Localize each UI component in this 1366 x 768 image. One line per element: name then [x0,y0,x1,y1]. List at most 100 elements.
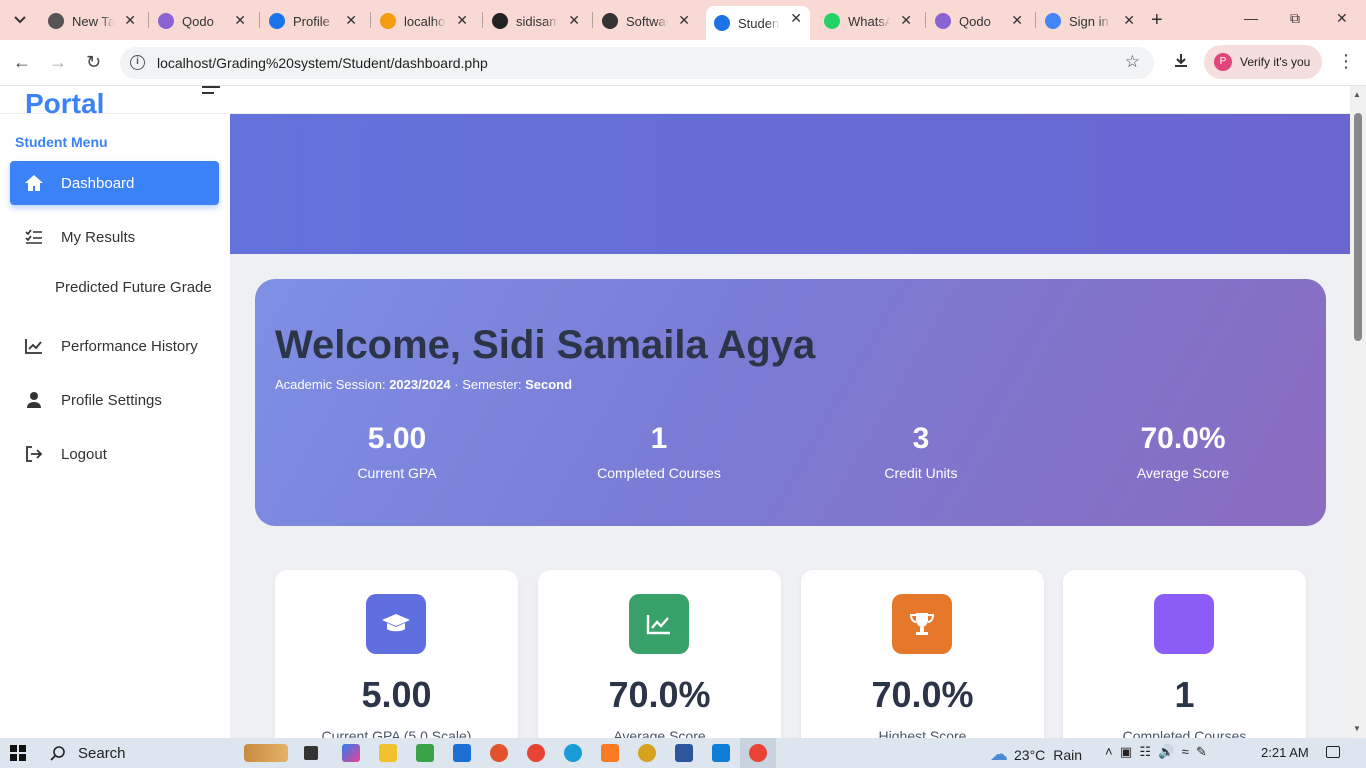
forward-icon[interactable]: → [49,52,67,73]
active-chrome-window[interactable] [740,738,776,768]
card-label: Completed Courses [1122,728,1247,738]
browser-menu-icon[interactable]: ⋮ [1337,51,1355,72]
browser-tab[interactable]: Qodo ✕ [150,8,254,34]
browser-tab[interactable]: Profile ✕ [261,8,365,34]
scroll-down-icon[interactable]: ▼ [1353,724,1361,733]
download-icon[interactable] [1172,52,1190,75]
squirrel-widget-icon[interactable] [244,744,288,762]
graduation-cap-icon [366,594,426,654]
browser-tab[interactable]: Qodo ✕ [927,8,1031,34]
tab-separator [259,12,260,28]
google-icon [1045,13,1061,29]
stat-value: 1 [650,422,668,455]
close-tab-icon[interactable]: ✕ [900,12,912,29]
mail-icon[interactable] [453,744,471,762]
browser-tab[interactable]: New Tab ✕ [40,8,144,34]
close-tab-icon[interactable]: ✕ [790,10,802,27]
omnibox[interactable]: i localhost/Grading%20system/Student/das… [120,47,1154,79]
a-icon [269,13,285,29]
word-icon[interactable] [675,744,693,762]
edge-icon[interactable] [564,744,582,762]
browser-tab[interactable]: Software ✕ [594,8,698,34]
xampp-icon[interactable] [601,744,619,762]
semester-label: · Semester: [454,377,522,392]
task-view-icon[interactable] [304,746,318,760]
card-completed-courses: 1 Completed Courses [1063,570,1306,738]
qodo-icon [158,13,174,29]
page-viewport: Portal Student Menu Dashboard My Results… [0,86,1350,738]
restore-icon[interactable]: ⧉ [1290,10,1300,27]
app-icon[interactable] [638,744,656,762]
new-tab-button[interactable]: + [1151,10,1163,30]
phpmyadmin-icon [380,13,396,29]
site-info-icon[interactable]: i [130,55,145,70]
sidebar-item-dashboard[interactable]: Dashboard [10,161,219,205]
verify-profile-button[interactable]: P Verify it's you [1204,45,1322,79]
browser-tab[interactable]: localhost ✕ [372,8,476,34]
semester-value: Second [525,377,573,392]
sidebar-item-logout[interactable]: Logout [10,432,219,476]
system-tray[interactable]: ˄ ▣ ☷ 🔊 ≈ ✎ [1105,744,1207,760]
browser-tab[interactable]: WhatsApp ✕ [816,8,920,34]
sidebar-item-predicted-grade[interactable]: Predicted Future Grade [10,265,219,309]
scroll-up-icon[interactable]: ▲ [1353,90,1361,99]
sidebar-item-performance-history[interactable]: Performance History [10,324,219,368]
card-average-score: 70.0% Average Score [538,570,781,738]
close-tab-icon[interactable]: ✕ [124,12,136,29]
vscode-icon[interactable] [712,744,730,762]
windows-start-icon[interactable] [10,745,26,761]
file-explorer-icon[interactable] [379,744,397,762]
sidebar-item-label: Performance History [61,337,198,355]
browser-tab[interactable]: sidisam ✕ [484,8,588,34]
bookmark-star-icon[interactable]: ☆ [1125,52,1140,72]
sidebar-item-profile-settings[interactable]: Profile Settings [10,378,219,422]
close-tab-icon[interactable]: ✕ [234,12,246,29]
tab-title: Qodo [182,13,214,29]
chrome-taskbar-icon[interactable] [527,744,545,762]
reload-icon[interactable]: ↻ [86,52,101,73]
search-label: Search [78,744,126,762]
tab-separator [925,12,926,28]
close-tab-icon[interactable]: ✕ [345,12,357,29]
close-tab-icon[interactable]: ✕ [456,12,468,29]
logout-icon [24,444,44,464]
clock[interactable]: 2:21 AM [1261,745,1309,760]
back-icon[interactable]: ← [13,52,31,73]
weather-temp: 23°C [1014,746,1046,763]
browser-tab[interactable]: Sign in ✕ [1037,8,1143,34]
firefox-icon[interactable] [490,744,508,762]
session-value: 2023/2024 [389,377,451,392]
copilot-icon[interactable] [342,744,360,762]
address-bar-row: ← → ↻ i localhost/Grading%20system/Stude… [0,40,1366,86]
close-tab-icon[interactable]: ✕ [1011,12,1023,29]
store-icon[interactable] [416,744,434,762]
welcome-hero: Welcome, Sidi Samaila Agya Academic Sess… [255,279,1326,526]
card-highest-score: 70.0% Highest Score [801,570,1044,738]
tab-search-button[interactable] [8,8,32,32]
taskbar-search[interactable]: Search [40,738,126,768]
url-text[interactable]: localhost/Grading%20system/Student/dashb… [157,55,488,71]
browser-tab-bar: New Tab✕Qodo✕Profile✕localhost✕sidisam✕S… [0,0,1366,40]
browser-tab[interactable]: Student ✕ [706,6,810,40]
tab-title: sidisam [516,13,558,29]
github-icon [492,13,508,29]
page-scrollbar[interactable]: ▲ ▼ [1350,86,1366,738]
scroll-thumb[interactable] [1354,113,1362,341]
hamburger-menu-icon[interactable] [202,86,220,98]
sidebar-item-my-results[interactable]: My Results [10,215,219,259]
minimize-icon[interactable]: — [1244,10,1258,26]
session-info: Academic Session: 2023/2024 · Semester: … [275,377,572,392]
weather-widget[interactable]: ☁ 23°C Rain [990,744,1082,765]
list-check-icon [24,227,44,247]
close-tab-icon[interactable]: ✕ [1123,12,1135,29]
verify-label: Verify it's you [1240,55,1311,69]
close-tab-icon[interactable]: ✕ [678,12,690,29]
card-value: 1 [1174,674,1195,715]
close-window-icon[interactable]: ✕ [1336,10,1348,27]
stat-label: Completed Courses [597,465,721,481]
welcome-heading: Welcome, Sidi Samaila Agya [275,323,816,367]
card-value: 70.0% [608,674,711,715]
hero-stat-average: 70.0% Average Score [1083,421,1283,481]
close-tab-icon[interactable]: ✕ [568,12,580,29]
notifications-icon[interactable] [1326,746,1340,758]
